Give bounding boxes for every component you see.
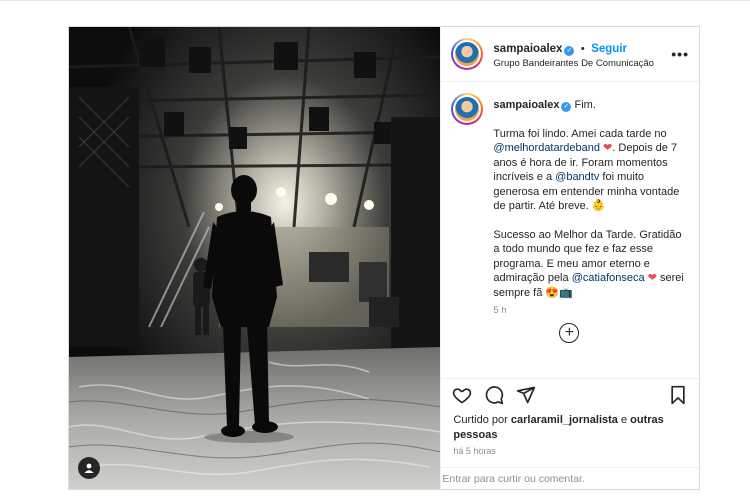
author-username[interactable]: sampaioalex bbox=[493, 43, 562, 55]
likes-summary: Curtido por carlaramil_jornalista e outr… bbox=[453, 414, 664, 441]
verified-badge-icon: ✓ bbox=[564, 46, 575, 57]
author-location[interactable]: Grupo Bandeirantes De Comunicação bbox=[493, 58, 671, 70]
author-avatar[interactable] bbox=[451, 38, 484, 70]
bookmark-icon[interactable] bbox=[667, 384, 689, 406]
comment-box bbox=[441, 467, 699, 489]
emoji: 😍📺 bbox=[545, 286, 573, 299]
send-icon[interactable] bbox=[515, 384, 537, 406]
user-icon bbox=[84, 463, 94, 473]
separator-dot: • bbox=[580, 43, 585, 56]
caption-title: Fim. bbox=[574, 99, 596, 111]
comment-input[interactable] bbox=[441, 468, 699, 489]
caption-paragraph-2: Sucesso ao Melhor da Tarde. Gratidão a t… bbox=[493, 228, 684, 299]
baby-emoji: 👶 bbox=[591, 200, 606, 213]
page-top-border bbox=[0, 0, 750, 1]
more-options-icon[interactable]: ••• bbox=[671, 46, 689, 62]
post-sidebar: sampaioalex ✓ • Seguir Grupo Bandeirantes… bbox=[440, 27, 699, 489]
caption-paragraph-1: Turma foi lindo. Amei cada tarde no @mel… bbox=[493, 127, 680, 213]
caption-time[interactable]: 5 h bbox=[493, 305, 688, 318]
heart-emoji: ❤ bbox=[647, 272, 657, 285]
tagged-users-button[interactable] bbox=[78, 457, 100, 479]
follow-button[interactable]: Seguir bbox=[591, 43, 627, 55]
heart-emoji: ❤ bbox=[603, 142, 613, 155]
verified-badge-icon: ✓ bbox=[561, 102, 572, 112]
caption-username[interactable]: sampaioalex bbox=[493, 99, 559, 111]
heart-icon[interactable] bbox=[451, 384, 473, 406]
action-bar bbox=[441, 378, 699, 410]
post-header: sampaioalex ✓ • Seguir Grupo Bandeirantes… bbox=[441, 27, 699, 82]
load-more-comments-icon[interactable]: + bbox=[559, 323, 580, 343]
liked-by-user[interactable]: carlaramil_jornalista bbox=[511, 414, 618, 426]
comments-section: sampaioalex ✓ Fim. Turma foi lindo. Amei … bbox=[441, 83, 699, 388]
post-timestamp[interactable]: há 5 horas bbox=[453, 446, 496, 456]
post-photo[interactable] bbox=[69, 27, 441, 489]
instagram-post: sampaioalex ✓ • Seguir Grupo Bandeirantes… bbox=[68, 26, 700, 490]
mention-link[interactable]: @melhordatardeband bbox=[493, 142, 600, 154]
mention-link[interactable]: @bandtv bbox=[555, 171, 599, 183]
caption: sampaioalex ✓ Fim. Turma foi lindo. Amei … bbox=[451, 93, 689, 318]
caption-avatar[interactable] bbox=[451, 93, 484, 125]
tv-studio-image bbox=[69, 27, 441, 489]
comment-icon[interactable] bbox=[483, 384, 505, 406]
mention-link[interactable]: @catiafonseca bbox=[572, 272, 645, 284]
